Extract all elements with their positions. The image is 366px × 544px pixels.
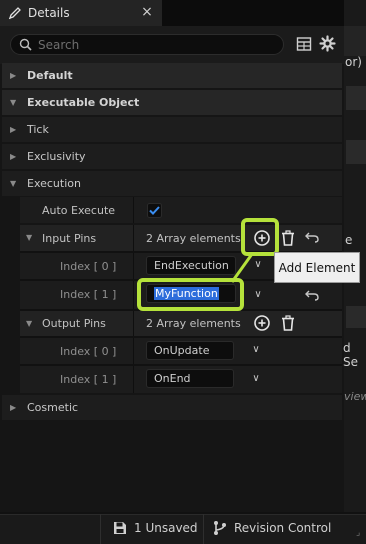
field-value: OnUpdate [154, 344, 210, 357]
input-pin-field-0[interactable]: EndExecution [146, 256, 236, 275]
adjacent-block [346, 86, 366, 110]
index-label: Index [ 0 ] [60, 345, 117, 358]
index-label: Index [ 0 ] [60, 260, 117, 273]
arrow-right-icon: ▶ [10, 151, 17, 161]
adjacent-text: view [344, 390, 366, 403]
status-separator [203, 514, 204, 544]
pencil-icon [8, 7, 21, 20]
tooltip-text: Add Element [278, 260, 356, 275]
arrow-right-icon: ▶ [10, 124, 17, 134]
arrow-right-icon: ▶ [10, 70, 17, 80]
search-icon [19, 38, 32, 51]
gear-icon[interactable] [319, 35, 336, 52]
adjacent-text: d Se [343, 341, 358, 369]
adjacent-header [344, 26, 366, 56]
column-divider [133, 366, 134, 393]
chevron-down-icon[interactable]: ∨ [250, 373, 262, 385]
add-circle-icon[interactable] [253, 314, 271, 332]
table-grid-icon[interactable] [296, 36, 312, 52]
category-tick[interactable]: ▶ Tick [2, 117, 342, 142]
adjacent-block [346, 306, 366, 328]
field-value: EndExecution [154, 259, 229, 272]
unsaved-count[interactable]: 1 Unsaved [134, 521, 198, 535]
auto-execute-checkbox[interactable] [147, 203, 162, 218]
category-execution[interactable]: ▼ Execution [2, 171, 342, 196]
adjacent-text: or) [345, 55, 362, 69]
arrow-down-icon: ▼ [10, 97, 17, 107]
output-pin-field-1[interactable]: OnEnd [146, 369, 234, 388]
branch-icon [214, 521, 226, 535]
category-label: Default [27, 69, 73, 82]
column-divider [133, 311, 134, 336]
tab-title: Details [28, 6, 70, 20]
save-icon [114, 522, 126, 534]
output-pins-count: 2 Array elements [146, 317, 241, 330]
search-box[interactable] [10, 34, 284, 55]
arrow-right-icon: ▶ [10, 402, 17, 412]
add-element-tooltip: Add Element [274, 252, 360, 283]
add-element-highlight [241, 218, 279, 256]
chevron-down-icon[interactable]: ∨ [252, 259, 264, 271]
status-separator [100, 514, 101, 544]
search-input[interactable] [38, 37, 268, 52]
output-pins-label: Output Pins [42, 317, 106, 330]
trash-icon[interactable] [279, 314, 297, 332]
column-divider [133, 197, 134, 223]
chevron-down-icon[interactable]: ∨ [250, 344, 262, 356]
category-cosmetic[interactable]: ▶ Cosmetic [2, 395, 342, 420]
column-divider [133, 225, 134, 251]
index-label: Index [ 1 ] [60, 373, 117, 386]
resize-grip-icon[interactable]: ⌟ [356, 528, 360, 538]
arrow-down-icon[interactable]: ▼ [26, 233, 32, 242]
category-executable-object[interactable]: ▼ Executable Object [2, 90, 342, 115]
reset-arrow-icon[interactable] [305, 231, 319, 243]
revision-control[interactable]: Revision Control [234, 521, 331, 535]
output-pin-field-0[interactable]: OnUpdate [146, 341, 234, 360]
adjacent-block [346, 140, 366, 164]
arrow-down-icon: ▼ [10, 178, 17, 188]
index-label: Index [ 1 ] [60, 288, 117, 301]
column-divider [133, 281, 134, 309]
category-label: Execution [27, 177, 81, 190]
category-exclusivity[interactable]: ▶ Exclusivity [2, 144, 342, 169]
arrow-down-icon[interactable]: ▼ [26, 319, 32, 328]
close-icon[interactable]: × [140, 4, 154, 20]
trash-icon[interactable] [279, 229, 297, 247]
adjacent-text: e [345, 233, 353, 247]
new-element-highlight [137, 278, 244, 311]
column-divider [133, 253, 134, 279]
category-default[interactable]: ▶ Default [2, 63, 342, 88]
reset-arrow-icon[interactable] [305, 289, 319, 301]
category-label: Tick [27, 123, 49, 136]
category-label: Cosmetic [27, 401, 79, 414]
chevron-down-icon[interactable]: ∨ [252, 289, 264, 301]
input-pins-label: Input Pins [42, 232, 97, 245]
column-divider [133, 338, 134, 364]
input-pins-count: 2 Array elements [146, 232, 241, 245]
category-label: Exclusivity [27, 150, 86, 163]
auto-execute-label: Auto Execute [42, 204, 116, 217]
tab-details[interactable]: Details × [0, 0, 162, 26]
category-label: Executable Object [27, 96, 140, 109]
field-value: OnEnd [154, 372, 191, 385]
